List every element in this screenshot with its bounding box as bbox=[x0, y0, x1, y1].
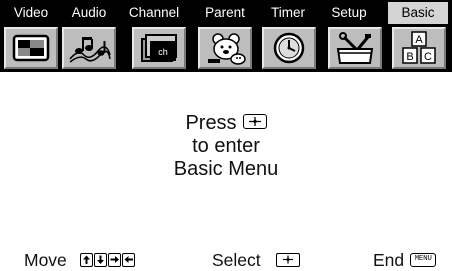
down-arrow-key-icon bbox=[93, 253, 107, 267]
footer-end-label: End bbox=[373, 250, 405, 270]
tab-timer[interactable]: Timer bbox=[261, 2, 315, 24]
prompt-to-enter-text: to enter bbox=[192, 135, 260, 157]
timer-clock-icon[interactable] bbox=[262, 27, 316, 69]
enter-basic-menu-prompt: Press to enter Basic Menu bbox=[0, 112, 452, 181]
tab-audio[interactable]: Audio bbox=[62, 2, 116, 24]
arrow-keys-group bbox=[79, 250, 135, 271]
right-arrow-key-icon bbox=[107, 253, 121, 267]
tab-parent[interactable]: Parent bbox=[193, 2, 257, 24]
left-arrow-key-icon bbox=[121, 253, 135, 267]
svg-text:C: C bbox=[424, 51, 432, 63]
footer-move-label: Move bbox=[24, 250, 67, 270]
footer-select-label: Select bbox=[212, 250, 261, 270]
tab-basic[interactable]: Basic bbox=[388, 2, 448, 24]
footer-select: Select bbox=[212, 250, 300, 271]
basic-abc-blocks-icon[interactable]: A B C bbox=[392, 27, 446, 69]
prompt-basic-menu-text: Basic Menu bbox=[173, 158, 279, 180]
channel-ch-icon[interactable]: ch bbox=[132, 27, 186, 69]
menu-tab-bar: Video Audio Channel Parent Timer Setup B… bbox=[0, 0, 452, 72]
video-picture-icon[interactable] bbox=[4, 27, 58, 69]
svg-text:B: B bbox=[406, 51, 413, 63]
up-arrow-key-icon bbox=[79, 253, 93, 267]
tab-setup[interactable]: Setup bbox=[320, 2, 378, 24]
menu-key-icon: MENU bbox=[410, 253, 437, 267]
footer-end: End MENU bbox=[373, 250, 437, 271]
enter-key-icon bbox=[242, 114, 267, 130]
svg-text:A: A bbox=[415, 34, 423, 46]
prompt-press-text: Press bbox=[185, 112, 237, 134]
svg-text:ch: ch bbox=[158, 47, 168, 57]
setup-toolbox-icon[interactable] bbox=[328, 27, 382, 69]
footer-help-bar: Move Select End MENU bbox=[0, 246, 452, 270]
parent-bear-icon[interactable] bbox=[198, 27, 252, 69]
audio-music-notes-icon[interactable] bbox=[62, 27, 116, 69]
tab-channel[interactable]: Channel bbox=[119, 2, 189, 24]
tab-video[interactable]: Video bbox=[4, 2, 58, 24]
footer-move: Move bbox=[24, 250, 135, 271]
select-key-icon bbox=[275, 253, 300, 267]
